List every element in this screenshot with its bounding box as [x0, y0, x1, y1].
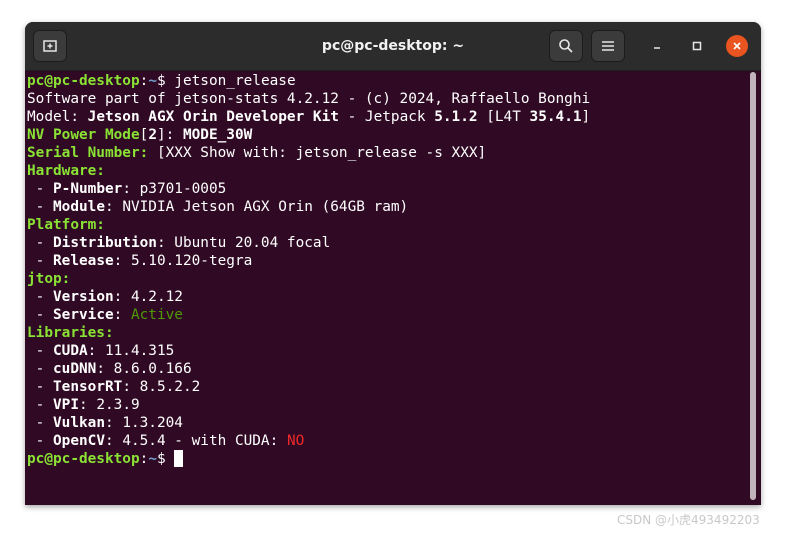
library-key: VPI	[53, 397, 79, 413]
prompt-user-host: pc@pc-desktop	[27, 73, 140, 89]
opencv-value: 4.5.4 - with CUDA:	[122, 433, 287, 449]
power-mode-line: NV Power Mode[2]: MODE_30W	[27, 126, 743, 144]
libraries-header: Libraries:	[27, 325, 114, 341]
scrollbar[interactable]	[750, 72, 756, 500]
library-value: 11.4.315	[104, 343, 175, 359]
title-bar[interactable]: pc@pc-desktop: ~	[25, 22, 761, 71]
jtop-service-item: - Service: Active	[27, 307, 183, 323]
model-label: Model:	[27, 109, 88, 125]
watermark: CSDN @小虎493492203	[617, 513, 760, 527]
library-item: - CUDA: 11.4.315	[27, 343, 175, 359]
library-key: cuDNN	[53, 361, 97, 377]
model-line: Model: Jetson AGX Orin Developer Kit - J…	[27, 108, 743, 126]
maximize-icon	[692, 41, 702, 51]
hardware-item: - Module: NVIDIA Jetson AGX Orin (64GB r…	[27, 199, 409, 215]
minimize-button[interactable]	[647, 36, 667, 56]
platform-key: Release	[53, 253, 114, 269]
serial-value: [XXX Show with: jetson_release -s XXX]	[156, 145, 487, 161]
opencv-cuda-status: NO	[286, 433, 305, 449]
command-line: pc@pc-desktop:~$ jetson_release	[27, 72, 743, 90]
library-item: - VPI: 2.3.9	[27, 397, 140, 413]
library-item: - Vulkan: 1.3.204	[27, 415, 183, 431]
prompt-colon: :	[139, 451, 149, 467]
power-mode-bracket-open: [	[139, 127, 149, 143]
software-line: Software part of jetson-stats 4.2.12 - (…	[27, 91, 591, 107]
platform-item: - Distribution: Ubuntu 20.04 focal	[27, 235, 331, 251]
menu-button[interactable]	[591, 30, 625, 62]
platform-value: 5.10.120-tegra	[130, 253, 253, 269]
jtop-version-key: Version	[53, 289, 114, 305]
jtop-version-value: 4.2.12	[130, 289, 183, 305]
l4t-close: ]	[581, 109, 591, 125]
platform-key: Distribution	[53, 235, 157, 251]
opencv-key: OpenCV	[53, 433, 105, 449]
hamburger-menu-icon	[602, 41, 614, 51]
library-value: 8.6.0.166	[113, 361, 192, 377]
prompt-colon: :	[139, 73, 149, 89]
power-mode-value: MODE_30W	[182, 127, 253, 143]
platform-value: Ubuntu 20.04 focal	[174, 235, 331, 251]
hardware-item: - P-Number: p3701-0005	[27, 181, 227, 197]
close-icon	[733, 42, 741, 50]
jtop-service-key: Service	[53, 307, 114, 323]
terminal-window: pc@pc-desktop: ~ pc@pc-desktop:~$ jetson…	[25, 22, 761, 505]
jtop-version-item: - Version: 4.2.12	[27, 289, 183, 305]
hardware-header: Hardware:	[27, 163, 105, 179]
search-button[interactable]	[549, 30, 583, 62]
serial-line: Serial Number: [XXX Show with: jetson_re…	[27, 144, 743, 162]
command-text: jetson_release	[174, 73, 296, 89]
library-key: TensorRT	[53, 379, 123, 395]
power-mode-bracket-close: ]:	[156, 127, 183, 143]
hardware-key: P-Number	[53, 181, 123, 197]
jetpack-version: 5.1.2	[434, 109, 478, 125]
library-key: Vulkan	[53, 415, 105, 431]
power-mode-label: NV Power Mode	[27, 127, 140, 143]
model-sep: - Jetpack	[338, 109, 435, 125]
terminal-output[interactable]: pc@pc-desktop:~$ jetson_release Software…	[27, 72, 743, 502]
serial-label: Serial Number:	[27, 145, 157, 161]
close-button[interactable]	[726, 35, 748, 57]
model-name: Jetson AGX Orin Developer Kit	[87, 109, 339, 125]
search-icon	[559, 39, 573, 53]
prompt-user-host: pc@pc-desktop	[27, 451, 140, 467]
prompt-symbol: $	[156, 451, 175, 467]
opencv-item: - OpenCV: 4.5.4 - with CUDA: NO	[27, 433, 305, 449]
power-mode-index: 2	[148, 127, 157, 143]
jtop-service-status: Active	[130, 307, 183, 323]
prompt-symbol: $	[156, 73, 175, 89]
maximize-button[interactable]	[687, 36, 707, 56]
prompt-path: ~	[148, 451, 157, 467]
library-item: - TensorRT: 8.5.2.2	[27, 379, 201, 395]
scrollbar-thumb[interactable]	[750, 72, 756, 500]
platform-item: - Release: 5.10.120-tegra	[27, 253, 253, 269]
jtop-header: jtop:	[27, 271, 71, 287]
hardware-key: Module	[53, 199, 105, 215]
hardware-value: p3701-0005	[139, 181, 227, 197]
l4t-version: 35.4.1	[529, 109, 582, 125]
current-prompt-line: pc@pc-desktop:~$	[27, 450, 743, 468]
prompt-path: ~	[148, 73, 157, 89]
library-item: - cuDNN: 8.6.0.166	[27, 361, 192, 377]
text-cursor	[174, 450, 184, 467]
library-value: 1.3.204	[122, 415, 183, 431]
minimize-icon	[654, 47, 660, 49]
l4t-open: [L4T	[477, 109, 530, 125]
library-key: CUDA	[53, 343, 88, 359]
hardware-value: NVIDIA Jetson AGX Orin (64GB ram)	[122, 199, 409, 215]
platform-header: Platform:	[27, 217, 105, 233]
library-value: 2.3.9	[96, 397, 140, 413]
library-value: 8.5.2.2	[139, 379, 201, 395]
